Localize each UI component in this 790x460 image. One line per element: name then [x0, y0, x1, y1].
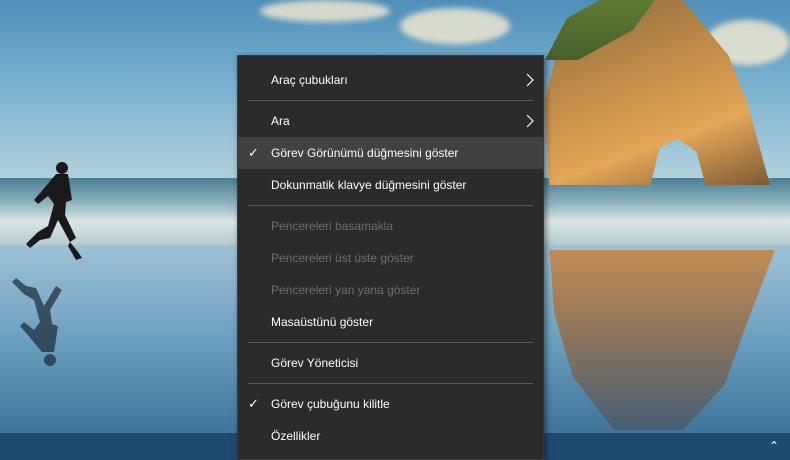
chevron-right-icon — [526, 114, 534, 128]
menu-item-show-touch-keyboard-button[interactable]: Dokunmatik klavye düğmesini göster — [238, 169, 543, 201]
menu-item-properties[interactable]: Özellikler — [238, 420, 543, 452]
wallpaper-cloud — [400, 8, 510, 44]
menu-item-label: Masaüstünü göster — [271, 315, 374, 329]
chevron-up-icon[interactable]: ⌃ — [764, 437, 784, 455]
menu-separator — [248, 100, 533, 101]
taskbar-context-menu: Araç çubukları Ara ✓ Görev Görünümü düğm… — [237, 55, 544, 460]
menu-separator — [248, 342, 533, 343]
menu-item-task-manager[interactable]: Görev Yöneticisi — [238, 347, 543, 379]
menu-item-show-desktop[interactable]: Masaüstünü göster — [238, 306, 543, 338]
menu-item-toolbars[interactable]: Araç çubukları — [238, 64, 543, 96]
menu-item-search[interactable]: Ara — [238, 105, 543, 137]
menu-item-stack-windows: Pencereleri üst üste göster — [238, 242, 543, 274]
menu-item-label: Görev Yöneticisi — [271, 356, 359, 370]
menu-item-label: Görev çubuğunu kilitle — [271, 397, 390, 411]
wallpaper-runner — [12, 162, 82, 366]
menu-item-label: Ara — [271, 114, 290, 128]
chevron-right-icon — [526, 73, 534, 87]
menu-item-label: Görev Görünümü düğmesini göster — [271, 146, 459, 160]
menu-separator — [248, 205, 533, 206]
menu-item-label: Araç çubukları — [271, 73, 348, 87]
menu-item-label: Pencereleri basamakla — [271, 219, 394, 233]
menu-separator — [248, 383, 533, 384]
menu-item-side-by-side-windows: Pencereleri yan yana göster — [238, 274, 543, 306]
menu-item-label: Pencereleri yan yana göster — [271, 283, 421, 297]
menu-item-label: Özellikler — [271, 429, 321, 443]
wallpaper-cloud — [260, 0, 390, 22]
checkmark-icon: ✓ — [248, 145, 259, 160]
menu-item-show-task-view-button[interactable]: ✓ Görev Görünümü düğmesini göster — [238, 137, 543, 169]
checkmark-icon: ✓ — [248, 396, 259, 411]
menu-item-cascade-windows: Pencereleri basamakla — [238, 210, 543, 242]
menu-item-lock-taskbar[interactable]: ✓ Görev çubuğunu kilitle — [238, 388, 543, 420]
menu-item-label: Dokunmatik klavye düğmesini göster — [271, 178, 467, 192]
menu-item-label: Pencereleri üst üste göster — [271, 251, 414, 265]
